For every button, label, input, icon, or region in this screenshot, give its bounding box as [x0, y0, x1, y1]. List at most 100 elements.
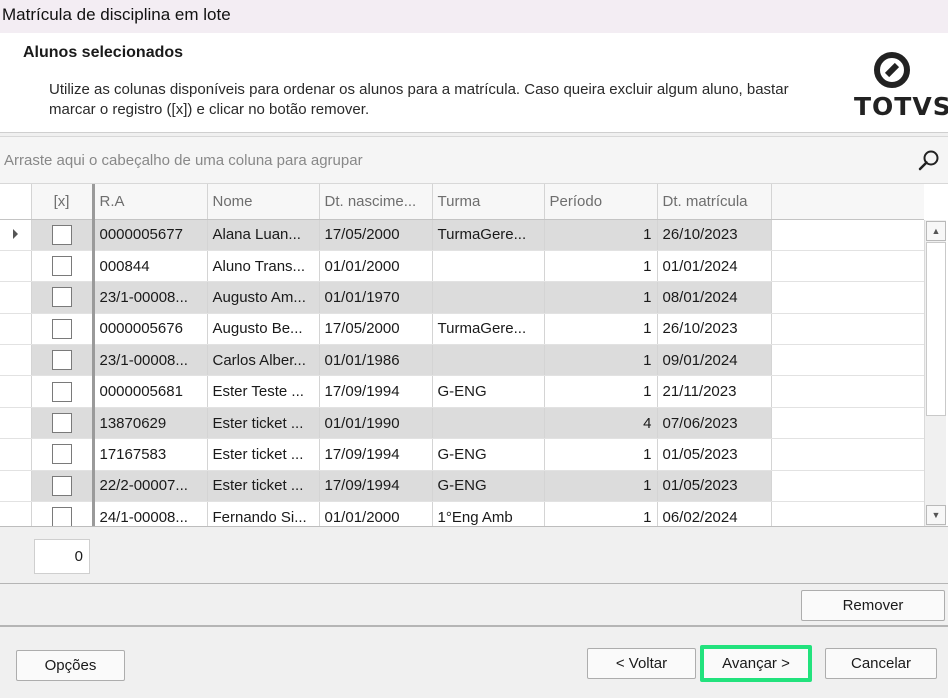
table-row[interactable]: 0000005677 Alana Luan... 17/05/2000 TurmaGe…	[0, 219, 924, 251]
table-row[interactable]: 13870629 Ester ticket ... 01/01/1990 4 07/06…	[0, 407, 924, 440]
cell-turma	[432, 281, 545, 314]
group-by-placeholder: Arraste aqui o cabeçalho de uma coluna p…	[4, 152, 363, 169]
section-description: Utilize as colunas disponíveis para orde…	[49, 81, 789, 118]
group-by-panel[interactable]: Arraste aqui o cabeçalho de uma coluna p…	[0, 136, 948, 184]
row-indicator	[0, 250, 32, 283]
cell-turma	[432, 407, 545, 440]
table-row[interactable]: 22/2-00007... Ester ticket ... 17/09/1994 G…	[0, 470, 924, 503]
cell-dt-matricula: 07/06/2023	[657, 407, 772, 440]
table-row[interactable]: 17167583 Ester ticket ... 17/09/1994 G-ENG 1…	[0, 438, 924, 471]
column-header-select[interactable]: [x]	[31, 184, 94, 220]
cell-dt-nascimento: 01/01/2000	[319, 501, 433, 526]
cell-dt-matricula: 21/11/2023	[657, 375, 772, 408]
remove-button[interactable]: Remover	[801, 590, 945, 621]
row-checkbox-cell	[31, 313, 94, 346]
table-row[interactable]: 0000005681 Ester Teste ... 17/09/1994 G-ENG…	[0, 375, 924, 408]
cell-filler	[771, 281, 924, 314]
cell-periodo: 1	[544, 375, 658, 408]
cell-ra: 0000005676	[91, 313, 208, 346]
row-checkbox[interactable]	[51, 256, 72, 277]
table-row[interactable]: 23/1-00008... Carlos Alber... 01/01/1986 1 0…	[0, 344, 924, 377]
cell-turma: G-ENG	[432, 375, 545, 408]
divider	[0, 583, 948, 584]
cell-nome: Ester ticket ...	[207, 438, 320, 471]
cell-dt-nascimento: 01/01/1986	[319, 344, 433, 377]
cell-turma: G-ENG	[432, 470, 545, 503]
cell-periodo: 1	[544, 219, 658, 251]
row-indicator	[0, 219, 32, 251]
row-indicator	[0, 313, 32, 346]
row-indicator	[0, 470, 32, 503]
scrollbar-thumb[interactable]	[926, 242, 946, 416]
cell-periodo: 1	[544, 438, 658, 471]
row-checkbox[interactable]	[51, 318, 72, 339]
table-row[interactable]: 23/1-00008... Augusto Am... 01/01/1970 1 08/…	[0, 281, 924, 314]
window-title: Matrícula de disciplina em lote	[2, 5, 231, 24]
column-header-dt-nascimento[interactable]: Dt. nascime...	[319, 184, 433, 220]
column-header-turma[interactable]: Turma	[432, 184, 545, 220]
cell-periodo: 1	[544, 344, 658, 377]
cell-nome: Fernando Si...	[207, 501, 320, 526]
cell-dt-nascimento: 17/05/2000	[319, 313, 433, 346]
cell-turma	[432, 344, 545, 377]
cell-dt-matricula: 01/05/2023	[657, 438, 772, 471]
search-icon[interactable]	[918, 149, 940, 171]
cell-filler	[771, 313, 924, 346]
totvs-logo: TOTVS	[852, 48, 948, 123]
cell-ra: 17167583	[91, 438, 208, 471]
cell-dt-nascimento: 01/01/2000	[319, 250, 433, 283]
cell-dt-matricula: 09/01/2024	[657, 344, 772, 377]
row-indicator	[0, 438, 32, 471]
table-row[interactable]: 0000005676 Augusto Be... 17/05/2000 TurmaGe…	[0, 313, 924, 346]
cell-turma: 1°Eng Amb	[432, 501, 545, 526]
cell-nome: Augusto Am...	[207, 281, 320, 314]
row-checkbox[interactable]	[51, 413, 72, 434]
cell-turma: TurmaGere...	[432, 219, 545, 251]
row-indicator	[0, 407, 32, 440]
cell-filler	[771, 438, 924, 471]
row-indicator-header	[0, 184, 32, 220]
cell-nome: Ester ticket ...	[207, 407, 320, 440]
divider	[0, 625, 948, 627]
row-checkbox-cell	[31, 250, 94, 283]
header-row: [x] R.A Nome Dt. nascime... Turma Períod…	[0, 184, 924, 220]
row-checkbox-cell	[31, 344, 94, 377]
table-row[interactable]: 24/1-00008... Fernando Si... 01/01/2000 1°E…	[0, 501, 924, 526]
cell-dt-nascimento: 01/01/1970	[319, 281, 433, 314]
column-header-dt-matricula[interactable]: Dt. matrícula	[657, 184, 772, 220]
cell-filler	[771, 344, 924, 377]
logo-text: TOTVS	[854, 92, 948, 121]
row-checkbox[interactable]	[51, 381, 72, 402]
table-row[interactable]: 000844 Aluno Trans... 01/01/2000 1 01/01/202…	[0, 250, 924, 283]
row-checkbox-cell	[31, 501, 94, 526]
scroll-down-icon[interactable]: ▼	[926, 505, 946, 525]
cell-dt-matricula: 01/05/2023	[657, 470, 772, 503]
cell-turma: TurmaGere...	[432, 313, 545, 346]
column-header-periodo[interactable]: Período	[544, 184, 658, 220]
row-checkbox[interactable]	[51, 350, 72, 371]
column-header-ra[interactable]: R.A	[91, 184, 208, 220]
back-button[interactable]: < Voltar	[587, 648, 696, 679]
cell-dt-matricula: 26/10/2023	[657, 219, 772, 251]
next-button[interactable]: Avançar >	[700, 645, 812, 682]
row-indicator	[0, 501, 32, 526]
row-checkbox[interactable]	[51, 444, 72, 465]
row-checkbox[interactable]	[51, 287, 72, 308]
vertical-scrollbar[interactable]: ▲ ▼	[924, 220, 946, 526]
scroll-up-icon[interactable]: ▲	[926, 221, 946, 241]
options-button[interactable]: Opções	[16, 650, 125, 681]
row-checkbox[interactable]	[51, 507, 72, 526]
cell-filler	[771, 219, 924, 251]
cell-periodo: 1	[544, 501, 658, 526]
column-header-nome[interactable]: Nome	[207, 184, 320, 220]
row-indicator	[0, 375, 32, 408]
current-row-icon	[12, 229, 18, 240]
cell-turma	[432, 250, 545, 283]
cell-nome: Augusto Be...	[207, 313, 320, 346]
cell-dt-matricula: 26/10/2023	[657, 313, 772, 346]
cell-dt-nascimento: 17/09/1994	[319, 375, 433, 408]
cancel-button[interactable]: Cancelar	[825, 648, 937, 679]
row-checkbox[interactable]	[51, 224, 72, 245]
row-checkbox[interactable]	[51, 475, 72, 496]
row-checkbox-cell	[31, 407, 94, 440]
